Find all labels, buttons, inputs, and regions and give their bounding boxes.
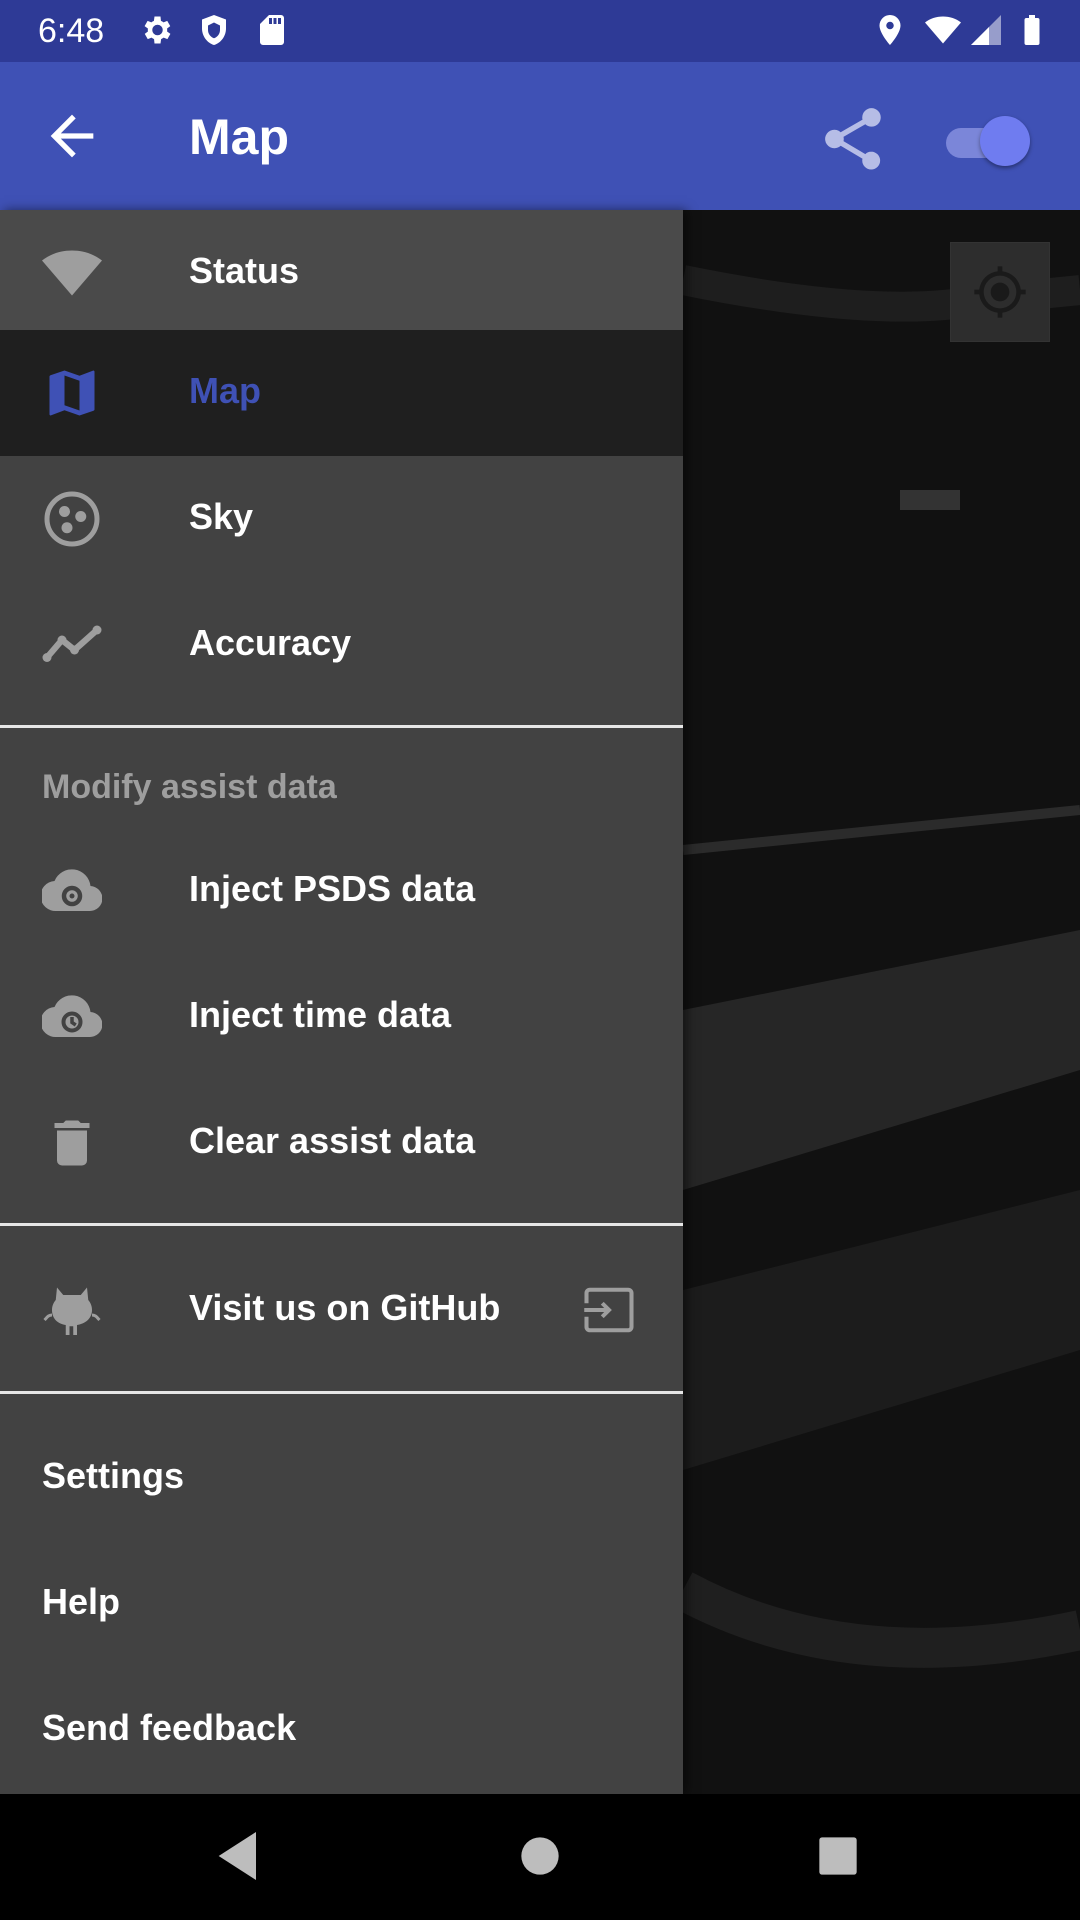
drawer-item-clear-assist[interactable]: Clear assist data <box>0 1080 683 1206</box>
drawer-item-sky[interactable]: Sky <box>0 456 683 582</box>
drawer-item-label: Clear assist data <box>189 1120 476 1161</box>
drawer-item-label: Accuracy <box>189 622 352 663</box>
drawer-item-label: Help <box>42 1581 121 1622</box>
section-header: Modify assist data <box>42 768 337 806</box>
share-icon[interactable] <box>816 102 890 176</box>
github-icon <box>43 1287 101 1335</box>
shield-icon <box>202 15 226 45</box>
drawer-item-label: Inject PSDS data <box>189 868 476 909</box>
wifi-icon <box>925 16 961 44</box>
chart-line-icon <box>42 625 102 662</box>
drawer-item-label: Visit us on GitHub <box>189 1287 501 1328</box>
drawer-item-settings[interactable]: Settings <box>0 1415 683 1541</box>
battery-icon <box>1024 15 1040 45</box>
drawer-item-help[interactable]: Help <box>0 1541 683 1667</box>
system-nav-bar <box>0 1794 1080 1920</box>
status-bar: 6:48 <box>0 0 1080 62</box>
cloud-gear-icon <box>42 869 102 912</box>
drawer-item-accuracy[interactable]: Accuracy <box>0 582 683 708</box>
divider <box>0 1223 683 1226</box>
satellite-icon <box>44 491 100 547</box>
page-title: Map <box>189 109 289 165</box>
my-location-icon <box>974 266 1026 318</box>
sd-card-icon <box>260 15 284 45</box>
drawer-item-send-feedback[interactable]: Send feedback <box>0 1667 683 1793</box>
back-triangle-icon[interactable] <box>208 1824 272 1888</box>
wifi-icon <box>42 250 102 296</box>
trash-icon <box>54 1120 90 1166</box>
drawer-item-github[interactable]: Visit us on GitHub <box>0 1247 683 1373</box>
location-icon <box>879 15 901 45</box>
recents-square-icon[interactable] <box>806 1824 870 1888</box>
toggle-thumb <box>980 116 1030 166</box>
drawer-item-label: Map <box>189 370 261 411</box>
drawer-item-label: Send feedback <box>42 1707 297 1748</box>
toggle-switch[interactable] <box>944 112 1034 168</box>
drawer-item-label: Inject time data <box>189 994 452 1035</box>
drawer-item-map[interactable]: Map <box>0 330 683 456</box>
divider <box>0 725 683 728</box>
navigation-drawer: Status Map Sky Accuracy Modify assist da… <box>0 210 683 1794</box>
map-icon <box>49 370 95 416</box>
home-circle-icon[interactable] <box>508 1824 572 1888</box>
open-external-icon <box>582 1287 634 1333</box>
my-location-button[interactable] <box>950 242 1050 342</box>
drawer-item-inject-time[interactable]: Inject time data <box>0 954 683 1080</box>
drawer-item-label: Sky <box>189 496 254 537</box>
drawer-item-status[interactable]: Status <box>0 210 683 336</box>
cloud-clock-icon <box>42 995 102 1038</box>
app-bar: Map <box>0 62 1080 210</box>
settings-icon <box>144 16 171 44</box>
status-time: 6:48 <box>38 12 105 50</box>
drawer-item-inject-psds[interactable]: Inject PSDS data <box>0 828 683 954</box>
drawer-item-label: Status <box>189 250 300 291</box>
arrow-back-icon[interactable] <box>40 104 104 168</box>
drawer-item-label: Settings <box>42 1455 185 1496</box>
signal-icon <box>971 15 1001 45</box>
divider <box>0 1391 683 1394</box>
